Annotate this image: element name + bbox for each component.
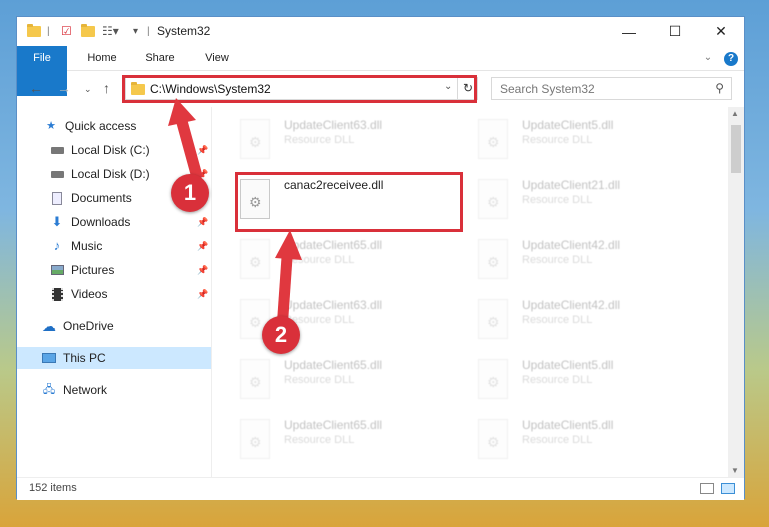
step-marker-1: 1	[171, 174, 209, 212]
annotation-arrows	[168, 98, 302, 323]
arrow-2	[275, 230, 302, 323]
step-marker-2: 2	[262, 316, 300, 354]
arrow-1	[168, 98, 203, 180]
